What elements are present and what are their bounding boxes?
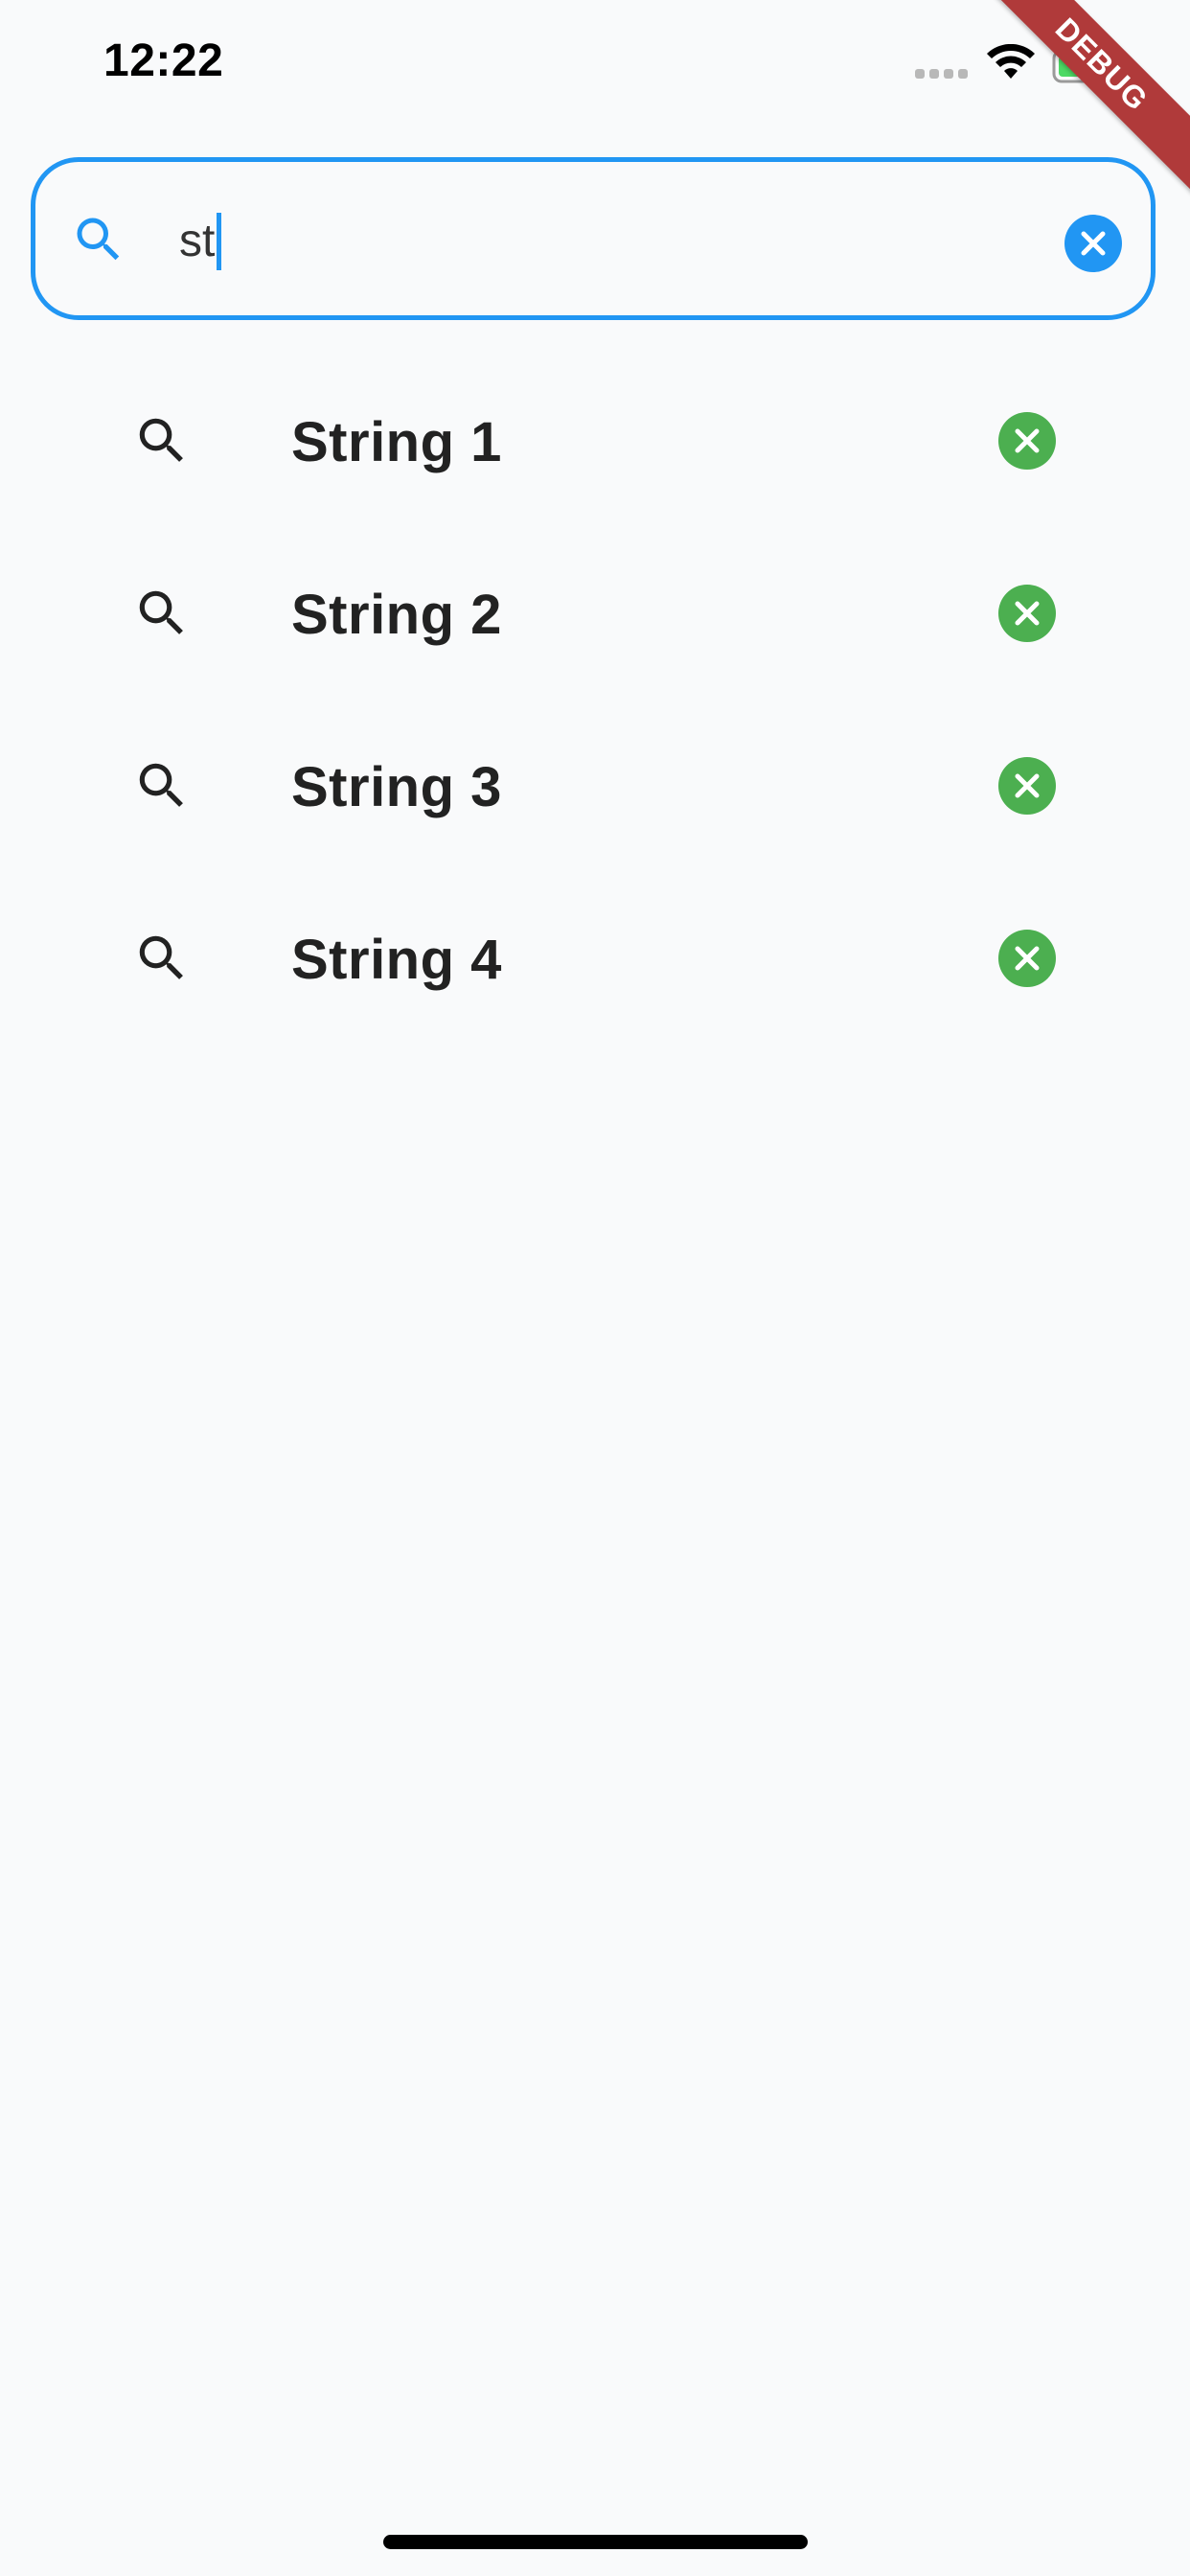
search-icon xyxy=(139,418,183,462)
wifi-icon xyxy=(987,44,1035,79)
close-icon xyxy=(1081,231,1106,256)
remove-item-button[interactable] xyxy=(998,585,1056,642)
list-item-label: String 4 xyxy=(291,929,502,991)
home-indicator[interactable] xyxy=(383,2535,808,2549)
status-bar: 12:22 xyxy=(0,0,1190,134)
list-item[interactable]: String 2 xyxy=(0,527,1190,700)
text-caret xyxy=(217,213,222,270)
search-input-value: st xyxy=(179,216,216,266)
list-item-label: String 2 xyxy=(291,584,502,646)
list-item-label: String 3 xyxy=(291,756,502,818)
list-item[interactable]: String 1 xyxy=(0,355,1190,527)
search-icon xyxy=(77,218,120,261)
search-input[interactable]: st xyxy=(179,213,222,270)
search-icon xyxy=(139,763,183,807)
results-list: String 1 String 2 String 3 String 4 xyxy=(0,355,1190,1045)
search-icon xyxy=(139,935,183,979)
status-time: 12:22 xyxy=(103,35,224,86)
close-icon xyxy=(1015,428,1040,453)
close-icon xyxy=(1015,601,1040,626)
cellular-signal-icon xyxy=(915,69,971,79)
list-item[interactable]: String 3 xyxy=(0,700,1190,872)
close-icon xyxy=(1015,773,1040,798)
remove-item-button[interactable] xyxy=(998,412,1056,470)
close-icon xyxy=(1015,946,1040,971)
clear-search-button[interactable] xyxy=(1064,215,1122,272)
list-item[interactable]: String 4 xyxy=(0,872,1190,1045)
search-bar[interactable]: st xyxy=(31,157,1156,320)
remove-item-button[interactable] xyxy=(998,757,1056,815)
remove-item-button[interactable] xyxy=(998,930,1056,987)
search-icon xyxy=(139,590,183,634)
list-item-label: String 1 xyxy=(291,411,502,473)
